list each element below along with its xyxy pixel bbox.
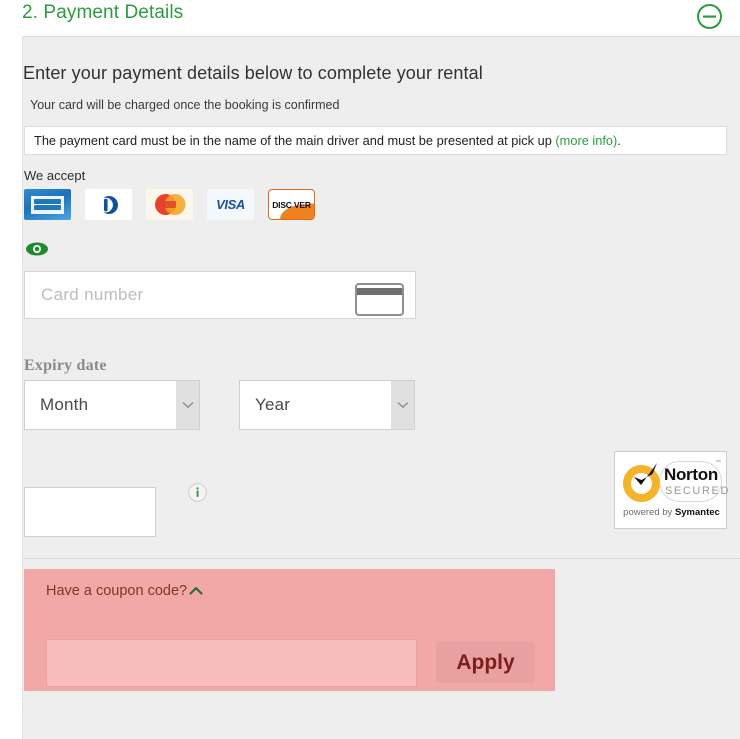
diners-club-card-icon <box>85 189 132 220</box>
expiry-date-label: Expiry date <box>24 357 107 374</box>
powered-prefix: powered by <box>623 507 675 518</box>
norton-trademark: ™ <box>715 460 721 466</box>
chevron-up-icon <box>189 585 203 598</box>
info-circle-icon[interactable] <box>188 483 207 502</box>
section-header: 2. Payment Details <box>0 0 740 34</box>
coupon-code-input[interactable] <box>46 639 417 687</box>
payment-notice-text: The payment card must be in the name of … <box>34 133 621 148</box>
section-divider <box>23 558 740 559</box>
payment-notice: The payment card must be in the name of … <box>24 126 727 155</box>
visa-card-icon: VISA <box>207 189 254 220</box>
coupon-toggle[interactable]: Have a coupon code? <box>24 569 555 615</box>
coupon-section: Have a coupon code? Apply <box>24 569 555 691</box>
notice-body: The payment card must be in the name of … <box>34 133 556 148</box>
payment-details-page: 2. Payment Details Enter your payment de… <box>0 0 740 739</box>
norton-secured-text: SECURED <box>665 485 730 497</box>
amex-plate <box>31 195 64 214</box>
panel-subheading: Your card will be charged once the booki… <box>30 98 340 112</box>
payment-panel: Enter your payment details below to comp… <box>22 36 740 739</box>
norton-check-icon <box>628 460 662 494</box>
chevron-down-icon <box>176 381 199 429</box>
eye-icon[interactable] <box>24 240 50 258</box>
panel-heading: Enter your payment details below to comp… <box>23 63 483 83</box>
more-info-link[interactable]: (more info) <box>555 133 617 148</box>
coupon-label: Have a coupon code? <box>46 583 188 599</box>
norton-secured-badge: Norton SECURED ™ powered by Symantec <box>614 451 730 529</box>
expiry-year-value: Year <box>255 395 291 414</box>
expiry-year-select[interactable]: Year <box>239 380 415 430</box>
symantec-wordmark: Symantec <box>674 507 720 518</box>
expiry-month-value: Month <box>40 395 89 414</box>
expiry-month-select[interactable]: Month <box>24 380 200 430</box>
amex-card-icon <box>24 189 71 220</box>
chevron-down-icon <box>391 381 414 429</box>
accepted-cards-row: VISA DISC VER <box>24 189 315 220</box>
mastercard-card-icon <box>146 189 193 220</box>
discover-card-icon: DISC VER <box>268 189 315 220</box>
apply-coupon-button[interactable]: Apply <box>436 642 535 683</box>
amex-line-bottom <box>34 205 61 210</box>
amex-line-top <box>34 199 61 204</box>
visa-wordmark: VISA <box>216 197 245 212</box>
norton-wordmark: Norton <box>664 465 718 484</box>
discover-wordmark: DISC VER <box>272 199 311 210</box>
notice-suffix: . <box>617 133 621 148</box>
minus-circle-icon[interactable] <box>696 3 723 30</box>
card-number-field[interactable]: Card number <box>24 271 416 319</box>
norton-powered-by: powered by Symantec <box>615 507 728 518</box>
card-number-placeholder: Card number <box>41 285 144 304</box>
we-accept-label: We accept <box>24 168 86 183</box>
security-code-field[interactable] <box>24 487 156 537</box>
page-title: 2. Payment Details <box>22 2 184 23</box>
credit-card-icon <box>355 283 404 316</box>
